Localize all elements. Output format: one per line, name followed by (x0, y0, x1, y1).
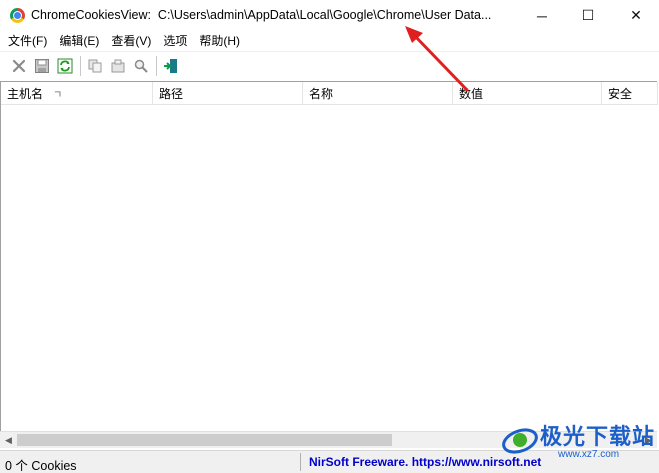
toolbar-separator (80, 55, 81, 76)
refresh-button[interactable] (54, 55, 76, 77)
window-title: ChromeCookiesView: C:\Users\admin\AppDat… (31, 8, 491, 22)
column-header-value[interactable]: 数值 (453, 82, 602, 105)
watermark-url: www.xz7.com (558, 449, 620, 460)
menu-help[interactable]: 帮助(H) (193, 31, 246, 51)
app-name: ChromeCookiesView: (31, 8, 151, 22)
minimize-icon: ─ (537, 7, 547, 24)
toolbar (0, 51, 659, 79)
column-value-label: 数值 (459, 86, 484, 101)
maximize-icon: ☐ (581, 7, 595, 23)
column-header-host[interactable]: 主机名 ㄱ (1, 82, 153, 105)
scroll-left-button[interactable]: ◀ (0, 432, 17, 449)
column-header-name[interactable]: 名称 (303, 82, 453, 105)
find-button[interactable] (130, 55, 152, 77)
watermark-logo-icon (502, 428, 538, 454)
column-secure-label: 安全 (608, 86, 633, 101)
title-bar: ChromeCookiesView: C:\Users\admin\AppDat… (0, 0, 659, 31)
save-icon (35, 58, 49, 73)
minimize-button[interactable]: ─ (519, 0, 565, 31)
close-button[interactable]: ✕ (613, 0, 659, 31)
menu-edit[interactable]: 编辑(E) (53, 31, 105, 51)
column-name-label: 名称 (309, 86, 334, 101)
maximize-button[interactable]: ☐ (565, 0, 611, 31)
column-header-secure[interactable]: 安全 (602, 82, 658, 105)
menu-file[interactable]: 文件(F) (2, 31, 53, 51)
watermark: 极光下载站 www.xz7.com (498, 415, 658, 465)
sort-indicator-icon: ㄱ (53, 89, 63, 101)
chrome-app-icon (10, 8, 25, 23)
delete-icon (12, 59, 26, 72)
watermark-text: 极光下载站 (540, 424, 656, 449)
properties-icon (111, 59, 125, 72)
menu-options[interactable]: 选项 (157, 31, 193, 51)
properties-button[interactable] (107, 55, 129, 77)
window-path: C:\Users\admin\AppData\Local\Google\Chro… (157, 8, 492, 22)
copy-icon (88, 59, 102, 72)
close-icon: ✕ (630, 7, 642, 23)
status-divider (300, 453, 301, 471)
toolbar-separator (156, 55, 157, 76)
menu-view[interactable]: 查看(V) (105, 31, 157, 51)
copy-button[interactable] (84, 55, 106, 77)
column-path-label: 路径 (159, 86, 184, 101)
column-host-label: 主机名 (7, 86, 44, 101)
find-icon (134, 59, 148, 73)
column-header-path[interactable]: 路径 (153, 82, 303, 105)
cookie-count: 0 个 Cookies (5, 459, 77, 473)
menu-bar: 文件(F) 编辑(E) 查看(V) 选项 帮助(H) (0, 31, 659, 51)
scrollbar-thumb[interactable] (17, 434, 392, 446)
save-button[interactable] (31, 55, 53, 77)
exit-button[interactable] (160, 55, 182, 77)
delete-button[interactable] (8, 55, 30, 77)
exit-icon (164, 58, 177, 73)
cookie-list[interactable]: 主机名 ㄱ 路径 名称 数值 安全 (0, 81, 658, 431)
refresh-icon (57, 58, 73, 73)
